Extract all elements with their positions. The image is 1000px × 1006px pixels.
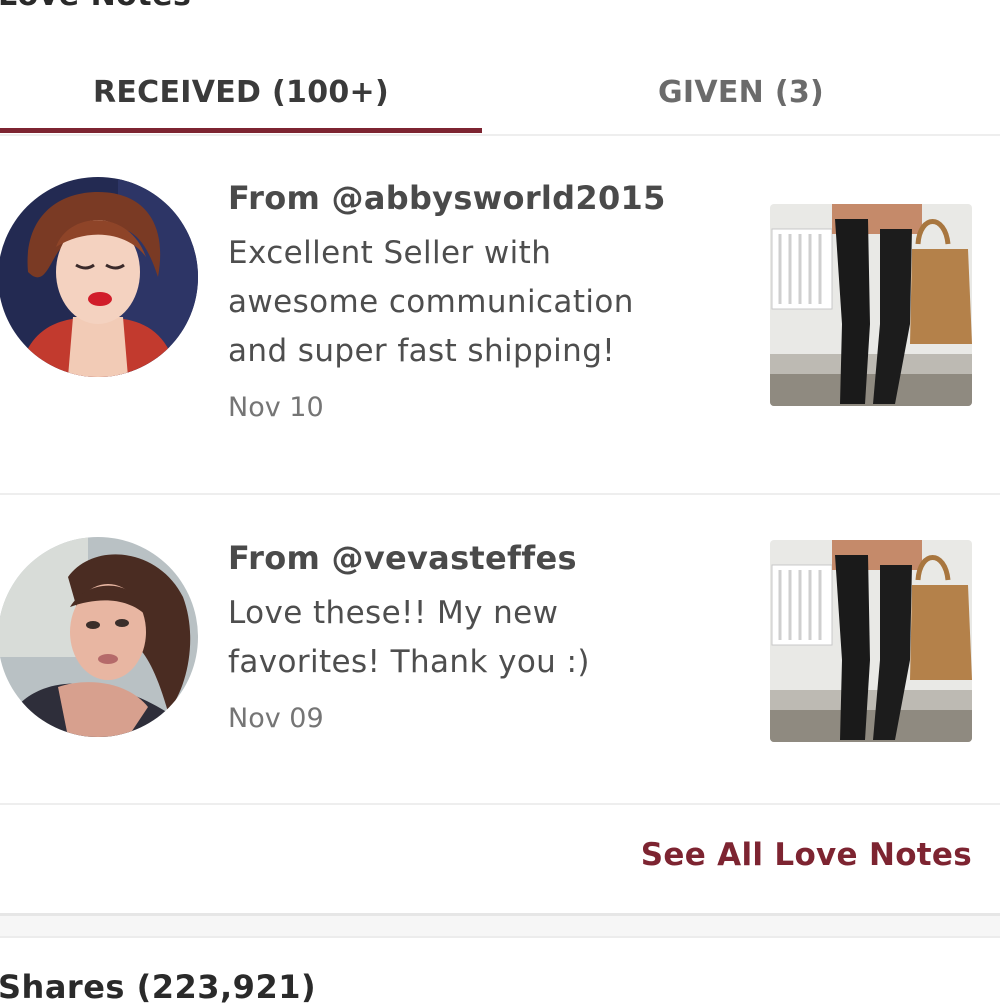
sender-avatar[interactable] — [0, 177, 198, 377]
tab-received[interactable]: RECEIVED (100+) — [0, 50, 482, 134]
note-message: Love these!! My new favorites! Thank you… — [228, 595, 590, 680]
note-sender[interactable]: From @vevasteffes — [228, 535, 748, 581]
shares-title: Shares (223,921) — [0, 968, 317, 1006]
love-note-item: From @abbysworld2015 Excellent Seller wi… — [0, 135, 1000, 495]
love-notes-tabs: RECEIVED (100+) GIVEN (3) — [0, 50, 1000, 136]
active-tab-indicator — [0, 128, 482, 133]
product-thumbnail-boots-icon — [770, 540, 972, 742]
tab-given[interactable]: GIVEN (3) — [482, 50, 1000, 134]
note-message: Excellent Seller with awesome communicat… — [228, 235, 634, 369]
avatar-photo-woman-icon — [0, 537, 198, 737]
product-thumbnail-boots-icon — [770, 204, 972, 406]
note-content: From @abbysworld2015 Excellent Seller wi… — [228, 175, 748, 428]
product-thumbnail[interactable] — [770, 204, 972, 406]
note-date: Nov 09 — [228, 703, 324, 734]
love-notes-title: Love Notes — [0, 0, 191, 13]
note-sender[interactable]: From @abbysworld2015 — [228, 175, 748, 221]
avatar-illustrated-woman-icon — [0, 177, 198, 377]
product-thumbnail[interactable] — [770, 540, 972, 742]
see-all-love-notes-link[interactable]: See All Love Notes — [641, 837, 972, 873]
love-note-item: From @vevasteffes Love these!! My new fa… — [0, 495, 1000, 805]
see-all-row: See All Love Notes — [0, 805, 1000, 916]
section-divider — [0, 916, 1000, 938]
note-date: Nov 10 — [228, 392, 324, 423]
sender-avatar[interactable] — [0, 537, 198, 737]
note-content: From @vevasteffes Love these!! My new fa… — [228, 535, 748, 739]
tab-received-label: RECEIVED (100+) — [92, 74, 389, 110]
tab-given-label: GIVEN (3) — [657, 74, 825, 110]
